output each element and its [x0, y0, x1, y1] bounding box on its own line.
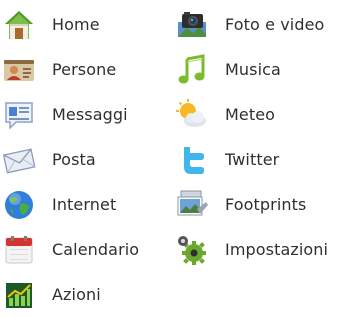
- menu-item-label: Azioni: [52, 284, 101, 304]
- home-icon: [2, 8, 36, 42]
- menu-item-twitter[interactable]: Twitter: [175, 137, 345, 182]
- menu-item-label: Foto e video: [225, 14, 325, 34]
- menu-item-foto-e-video[interactable]: Foto e video: [175, 2, 345, 47]
- menu-item-label: Impostazioni: [225, 239, 329, 259]
- envelope-icon: [2, 143, 36, 177]
- menu-item-footprints[interactable]: Footprints: [175, 182, 345, 227]
- menu-column-left: Home Persone Messaggi Posta Internet Cal…: [2, 2, 162, 317]
- menu-item-home[interactable]: Home: [2, 2, 162, 47]
- menu-item-persone[interactable]: Persone: [2, 47, 162, 92]
- music-note-icon: [175, 53, 209, 87]
- menu-item-posta[interactable]: Posta: [2, 137, 162, 182]
- message-bubble-icon: [2, 98, 36, 132]
- menu-item-messaggi[interactable]: Messaggi: [2, 92, 162, 137]
- menu-item-label: Messaggi: [52, 104, 128, 124]
- menu-item-label: Posta: [52, 149, 96, 169]
- menu-item-label: Musica: [225, 59, 281, 79]
- menu-item-internet[interactable]: Internet: [2, 182, 162, 227]
- menu-item-label: Twitter: [225, 149, 280, 169]
- globe-icon: [2, 188, 36, 222]
- menu-column-right: Foto e video Musica Meteo Twitter Footpr…: [175, 2, 345, 272]
- calendar-icon: [2, 233, 36, 267]
- menu-item-label: Footprints: [225, 194, 307, 214]
- menu-item-label: Home: [52, 14, 100, 34]
- gear-icon: [175, 233, 209, 267]
- menu-item-impostazioni[interactable]: Impostazioni: [175, 227, 345, 272]
- menu-item-meteo[interactable]: Meteo: [175, 92, 345, 137]
- menu-item-label: Persone: [52, 59, 117, 79]
- footprints-photo-icon: [175, 188, 209, 222]
- stock-chart-icon: [2, 278, 36, 312]
- app-menu: Home Persone Messaggi Posta Internet Cal…: [0, 0, 345, 311]
- menu-item-calendario[interactable]: Calendario: [2, 227, 162, 272]
- menu-item-azioni[interactable]: Azioni: [2, 272, 162, 317]
- menu-item-label: Meteo: [225, 104, 276, 124]
- weather-icon: [175, 98, 209, 132]
- menu-item-label: Internet: [52, 194, 117, 214]
- contact-card-icon: [2, 53, 36, 87]
- camera-icon: [175, 8, 209, 42]
- twitter-icon: [175, 143, 209, 177]
- menu-item-label: Calendario: [52, 239, 140, 259]
- menu-item-musica[interactable]: Musica: [175, 47, 345, 92]
